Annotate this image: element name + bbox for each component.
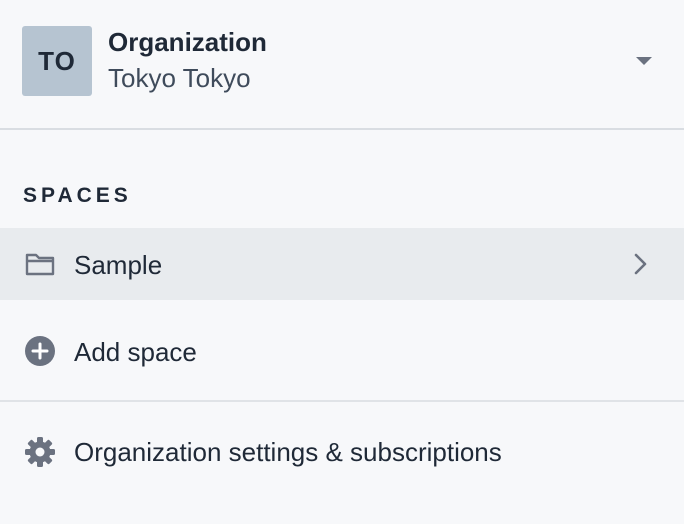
- plus-circle-icon: [24, 335, 56, 367]
- space-item-sample[interactable]: Sample: [0, 228, 684, 300]
- organization-settings-label: Organization settings & subscriptions: [74, 437, 502, 467]
- divider: [0, 400, 684, 402]
- space-item-label: Sample: [74, 250, 163, 280]
- folder-icon: [24, 248, 56, 280]
- organization-title: Organization: [108, 27, 267, 57]
- spaces-section-label: SPACES: [23, 184, 132, 207]
- organization-avatar: TO: [22, 26, 92, 96]
- organization-name: Tokyo Tokyo: [108, 63, 251, 93]
- add-space-button[interactable]: Add space: [0, 316, 684, 388]
- caret-down-icon[interactable]: [636, 57, 652, 65]
- gear-icon: [24, 436, 56, 468]
- chevron-right-icon: [628, 250, 652, 278]
- organization-settings-link[interactable]: Organization settings & subscriptions: [0, 418, 684, 488]
- organization-switcher[interactable]: TO Organization Tokyo Tokyo: [0, 0, 684, 130]
- add-space-label: Add space: [74, 337, 197, 367]
